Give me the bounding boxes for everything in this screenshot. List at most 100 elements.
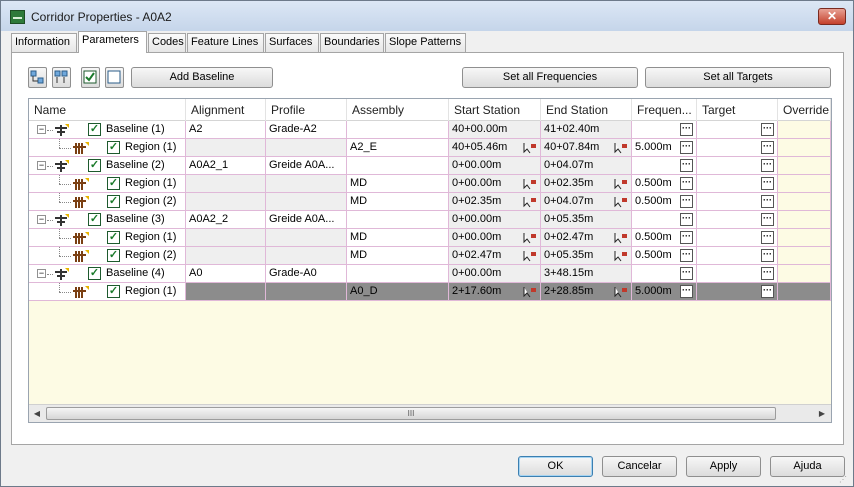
pick-station-icon[interactable] bbox=[614, 178, 628, 190]
override-cell[interactable] bbox=[778, 175, 831, 193]
column-header-alignment[interactable]: Alignment bbox=[186, 99, 266, 121]
override-cell[interactable] bbox=[778, 121, 831, 139]
tab-parameters[interactable]: Parameters bbox=[78, 31, 147, 53]
pick-station-icon[interactable] bbox=[614, 250, 628, 262]
pick-station-icon[interactable] bbox=[614, 286, 628, 298]
target-cell[interactable]: ··· bbox=[697, 139, 778, 157]
assembly-cell[interactable]: MD bbox=[347, 247, 449, 265]
baseline-row[interactable]: − ✓ Baseline (1) A2 Grade-A2 40+00.00m 41+02.4… bbox=[29, 121, 831, 139]
enable-checkbox[interactable]: ✓ bbox=[88, 267, 101, 280]
profile-cell[interactable] bbox=[266, 193, 347, 211]
target-cell[interactable]: ··· bbox=[697, 211, 778, 229]
horizontal-scrollbar[interactable]: ◀ III ▶ bbox=[29, 404, 831, 422]
enable-checkbox[interactable]: ✓ bbox=[107, 285, 120, 298]
start-cell[interactable]: 0+00.00m bbox=[449, 157, 541, 175]
tab-information[interactable]: Information bbox=[11, 33, 77, 52]
override-cell[interactable] bbox=[778, 229, 831, 247]
region-row[interactable]: ✓ Region (2) MD 0+02.35m 0+04.07m 0.500m ··· ··… bbox=[29, 193, 831, 211]
region-row[interactable]: ✓ Region (1) A0_D 2+17.60m 2+28.85m 5.000m ···… bbox=[29, 283, 831, 301]
column-header-profile[interactable]: Profile bbox=[266, 99, 347, 121]
target-ellipsis-button[interactable]: ··· bbox=[761, 159, 774, 172]
alignment-cell[interactable] bbox=[186, 247, 266, 265]
override-cell[interactable] bbox=[778, 283, 831, 301]
close-button[interactable]: ✕ bbox=[818, 8, 846, 25]
frequency-cell[interactable]: ··· bbox=[632, 211, 697, 229]
baseline-row[interactable]: − ✓ Baseline (2) A0A2_1 Greide A0A... 0+00.00… bbox=[29, 157, 831, 175]
scroll-right-icon[interactable]: ▶ bbox=[815, 407, 829, 421]
target-ellipsis-button[interactable]: ··· bbox=[761, 249, 774, 262]
uncheck-all-button[interactable] bbox=[105, 67, 124, 88]
end-cell[interactable]: 0+02.35m bbox=[541, 175, 632, 193]
frequency-ellipsis-button[interactable]: ··· bbox=[680, 267, 693, 280]
end-cell[interactable]: 40+07.84m bbox=[541, 139, 632, 157]
alignment-cell[interactable]: A2 bbox=[186, 121, 266, 139]
alignment-cell[interactable] bbox=[186, 229, 266, 247]
override-cell[interactable] bbox=[778, 157, 831, 175]
assembly-cell[interactable]: A2_E bbox=[347, 139, 449, 157]
profile-cell[interactable] bbox=[266, 139, 347, 157]
enable-checkbox[interactable]: ✓ bbox=[107, 249, 120, 262]
start-cell[interactable]: 40+00.00m bbox=[449, 121, 541, 139]
frequency-cell[interactable]: 5.000m ··· bbox=[632, 283, 697, 301]
collapse-toggle-icon[interactable]: − bbox=[37, 215, 46, 224]
frequency-cell[interactable]: ··· bbox=[632, 121, 697, 139]
alignment-cell[interactable] bbox=[186, 139, 266, 157]
pick-station-icon[interactable] bbox=[523, 250, 537, 262]
column-header-frequency[interactable]: Frequen... bbox=[632, 99, 697, 121]
tab-surfaces[interactable]: Surfaces bbox=[265, 33, 319, 52]
target-cell[interactable]: ··· bbox=[697, 283, 778, 301]
pick-station-icon[interactable] bbox=[523, 178, 537, 190]
pick-station-icon[interactable] bbox=[523, 232, 537, 244]
target-ellipsis-button[interactable]: ··· bbox=[761, 195, 774, 208]
region-row[interactable]: ✓ Region (2) MD 0+02.47m 0+05.35m 0.500m ··· ··… bbox=[29, 247, 831, 265]
tab-feature-lines[interactable]: Feature Lines bbox=[187, 33, 264, 52]
frequency-cell[interactable]: 0.500m ··· bbox=[632, 193, 697, 211]
help-button[interactable]: Ajuda bbox=[770, 456, 845, 477]
end-cell[interactable]: 0+04.07m bbox=[541, 157, 632, 175]
profile-cell[interactable]: Greide A0A... bbox=[266, 157, 347, 175]
region-row[interactable]: ✓ Region (1) MD 0+00.00m 0+02.35m 0.500m ··· ··… bbox=[29, 175, 831, 193]
profile-cell[interactable] bbox=[266, 175, 347, 193]
target-ellipsis-button[interactable]: ··· bbox=[761, 231, 774, 244]
assembly-cell[interactable]: MD bbox=[347, 175, 449, 193]
column-header-assembly[interactable]: Assembly bbox=[347, 99, 449, 121]
end-cell[interactable]: 41+02.40m bbox=[541, 121, 632, 139]
add-baseline-button[interactable]: Add Baseline bbox=[131, 67, 273, 88]
ok-button[interactable]: OK bbox=[518, 456, 593, 477]
profile-cell[interactable]: Grade-A2 bbox=[266, 121, 347, 139]
profile-cell[interactable] bbox=[266, 283, 347, 301]
frequency-cell[interactable]: ··· bbox=[632, 157, 697, 175]
enable-checkbox[interactable]: ✓ bbox=[88, 159, 101, 172]
pick-station-icon[interactable] bbox=[614, 142, 628, 154]
frequency-ellipsis-button[interactable]: ··· bbox=[680, 159, 693, 172]
resize-grip-icon[interactable]: ⋰ bbox=[839, 475, 851, 485]
override-cell[interactable] bbox=[778, 211, 831, 229]
target-cell[interactable]: ··· bbox=[697, 157, 778, 175]
alignment-cell[interactable]: A0A2_2 bbox=[186, 211, 266, 229]
enable-checkbox[interactable]: ✓ bbox=[107, 141, 120, 154]
override-cell[interactable] bbox=[778, 193, 831, 211]
end-cell[interactable]: 0+05.35m bbox=[541, 247, 632, 265]
end-cell[interactable]: 0+02.47m bbox=[541, 229, 632, 247]
collapse-toggle-icon[interactable]: − bbox=[37, 125, 46, 134]
profile-cell[interactable]: Grade-A0 bbox=[266, 265, 347, 283]
baseline-row[interactable]: − ✓ Baseline (4) A0 Grade-A0 0+00.00m 3+48.15m… bbox=[29, 265, 831, 283]
apply-button[interactable]: Apply bbox=[686, 456, 761, 477]
profile-cell[interactable] bbox=[266, 247, 347, 265]
column-header-name[interactable]: Name bbox=[29, 99, 186, 121]
end-cell[interactable]: 2+28.85m bbox=[541, 283, 632, 301]
alignment-cell[interactable] bbox=[186, 193, 266, 211]
assembly-cell[interactable]: A0_D bbox=[347, 283, 449, 301]
start-cell[interactable]: 0+00.00m bbox=[449, 229, 541, 247]
target-cell[interactable]: ··· bbox=[697, 265, 778, 283]
target-cell[interactable]: ··· bbox=[697, 175, 778, 193]
target-ellipsis-button[interactable]: ··· bbox=[761, 177, 774, 190]
check-all-button[interactable] bbox=[81, 67, 100, 88]
frequency-cell[interactable]: 0.500m ··· bbox=[632, 247, 697, 265]
region-row[interactable]: ✓ Region (1) A2_E 40+05.46m 40+07.84m 5.000m ·… bbox=[29, 139, 831, 157]
set-all-frequencies-button[interactable]: Set all Frequencies bbox=[462, 67, 638, 88]
alignment-cell[interactable]: A0A2_1 bbox=[186, 157, 266, 175]
assembly-cell[interactable] bbox=[347, 157, 449, 175]
start-cell[interactable]: 2+17.60m bbox=[449, 283, 541, 301]
frequency-cell[interactable]: ··· bbox=[632, 265, 697, 283]
